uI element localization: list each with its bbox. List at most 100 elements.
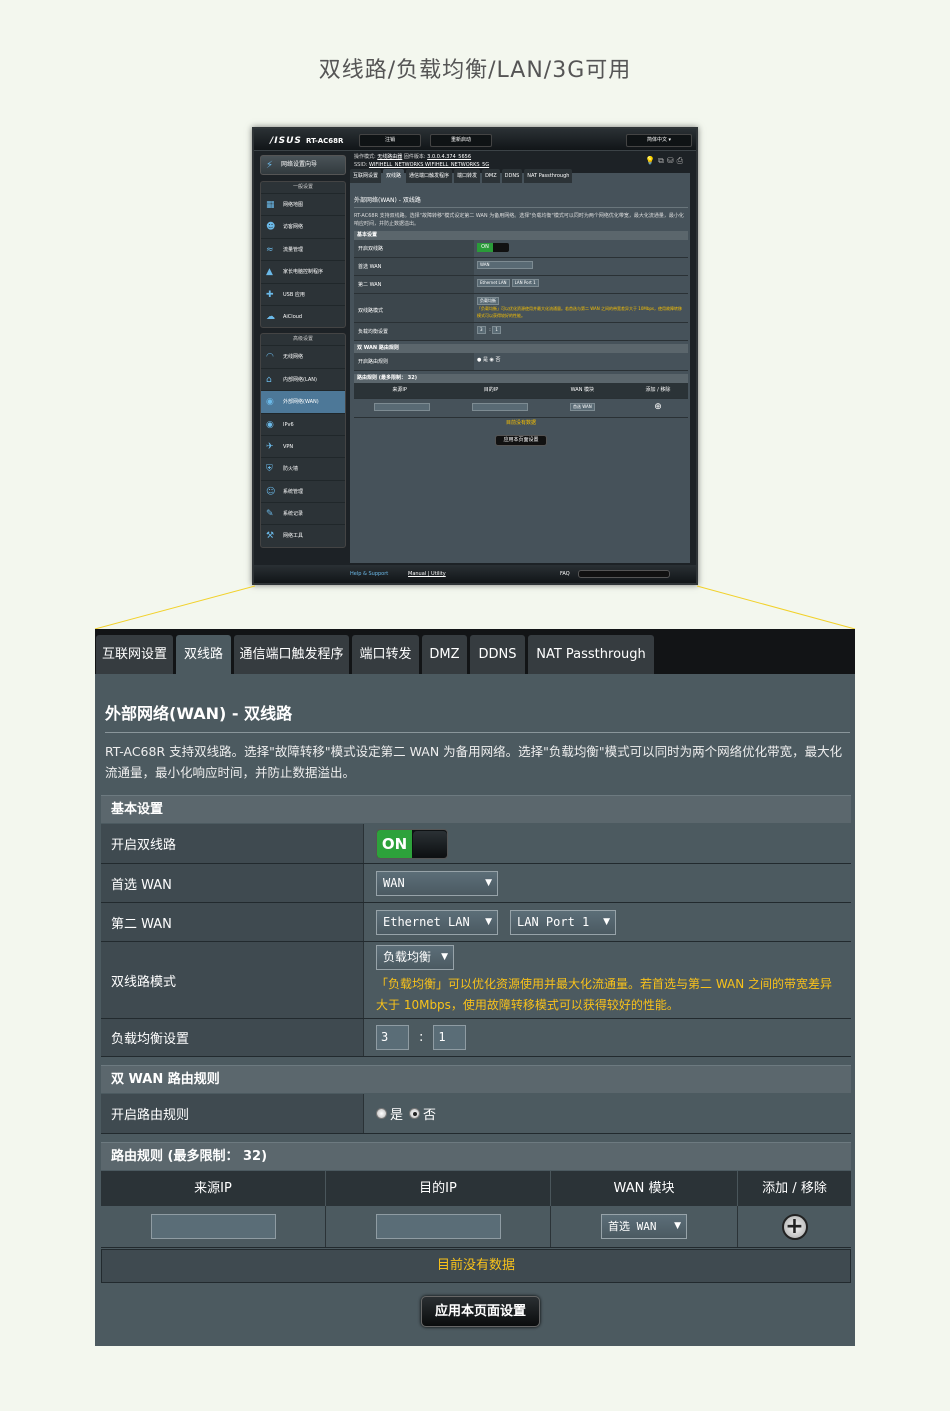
advanced-title: 高级设置: [292, 336, 313, 343]
status-info: 操作模式: 无线路由器 固件版本: 3.0.0.4.374_5656 SSID:…: [354, 154, 490, 168]
logout-button[interactable]: 注销: [359, 134, 421, 147]
globe-icon: ◉: [266, 419, 274, 430]
secondary-wan-label: 第二 WAN: [101, 903, 364, 941]
menu-wireless[interactable]: ◠ 无线网络: [261, 345, 345, 367]
bulb-icon: 💡: [645, 156, 659, 165]
routing-no-radio[interactable]: 否: [409, 1104, 436, 1123]
ssid-link[interactable]: WIFIHELL_NETWORKS WIFIHELL_NETWORKS_5G: [369, 162, 489, 168]
menu-vpn[interactable]: ✈ VPN: [261, 434, 345, 457]
language-select[interactable]: 简体中文 ▾: [626, 134, 692, 147]
thumb-input[interactable]: 3: [477, 326, 486, 334]
menu-usb[interactable]: ✚ USB 应用: [261, 282, 345, 305]
add-rule-icon[interactable]: +: [781, 1213, 808, 1240]
lan-port-select[interactable]: LAN Port 1 ▼: [510, 909, 616, 935]
tab-nat-passthrough[interactable]: NAT Passthrough: [528, 635, 654, 674]
thumb-desc: RT-AC68R 支持双线路。选择"故障转移"模式设定第二 WAN 为备用网络。…: [354, 213, 684, 227]
secondary-wan-select[interactable]: Ethernet LAN ▼: [376, 909, 498, 935]
thumb-add-icon[interactable]: ⊕: [628, 399, 688, 417]
menu-wan[interactable]: ◉ 外部网络(WAN): [261, 390, 345, 413]
thumb-select[interactable]: 负载均衡: [477, 297, 499, 305]
thumb-sidebar: ⚡ 网络设置向导 一般设置 ▦ 网络地图 ☻ 访客网络 ≈ 流量管理 ▲ 家长电脑控制程序…: [260, 155, 346, 553]
section-heading: 外部网络(WAN) - 双线路: [105, 704, 293, 723]
thumb-tab[interactable]: DDNS: [501, 169, 523, 183]
thumb-top-bar: /ISUS RT-AC68R 注销 重新启动 简体中文 ▾: [254, 129, 696, 151]
routing-yes-radio[interactable]: 是: [376, 1104, 403, 1123]
enable-routing-label: 开启路由规则: [101, 1094, 364, 1133]
thumb-input[interactable]: 1: [492, 326, 501, 334]
thumb-apply-button[interactable]: 应用本页面设置: [495, 435, 547, 446]
primary-wan-label: 首选 WAN: [101, 864, 364, 902]
menu-network-map[interactable]: ▦ 网络地图: [261, 193, 345, 215]
firmware-link[interactable]: 3.0.0.4.374_5656: [427, 154, 471, 160]
cloud-icon: ☁: [266, 311, 275, 322]
puzzle-icon: ✚: [266, 289, 274, 300]
thumb-label: 第二 WAN: [354, 276, 474, 293]
vpn-icon: ✈: [266, 441, 274, 452]
dual-wan-mode-select[interactable]: 负载均衡 ▼: [376, 944, 454, 970]
menu-tools[interactable]: ⚒ 网络工具: [261, 524, 345, 546]
mode-link[interactable]: 无线路由器: [377, 154, 402, 160]
thumb-select[interactable]: WAN: [477, 261, 533, 269]
reboot-button[interactable]: 重新启动: [430, 134, 492, 147]
load-balance-secondary-input[interactable]: 1: [433, 1025, 467, 1050]
thumb-tab[interactable]: 双线路: [383, 169, 405, 183]
menu-aicloud[interactable]: ☁ AiCloud: [261, 304, 345, 327]
log-icon: ✎: [266, 509, 274, 520]
thumb-select[interactable]: 首选 WAN: [570, 403, 595, 411]
thumb-tab[interactable]: NAT Passthrough: [524, 169, 573, 183]
menu-lan[interactable]: ⌂ 内部网络(LAN): [261, 367, 345, 390]
menu-guest-network[interactable]: ☻ 访客网络: [261, 215, 345, 237]
load-balance-primary-input[interactable]: 3: [376, 1025, 409, 1050]
thumb-select[interactable]: Ethernet LAN: [477, 279, 510, 287]
thumb-tab[interactable]: 通信端口触发程序: [406, 169, 453, 183]
chevron-down-icon: ▼: [441, 951, 448, 962]
tab-ddns[interactable]: DDNS: [470, 635, 525, 674]
rules-list-header: 路由规则 (最多限制： 32): [101, 1142, 851, 1170]
printer-icon: ⎙: [676, 156, 686, 165]
tab-port-forward[interactable]: 端口转发: [352, 635, 419, 674]
ratio-separator: :: [419, 1030, 424, 1045]
menu-parental[interactable]: ▲ 家长电脑控制程序: [261, 260, 345, 282]
quick-setup-button[interactable]: ⚡ 网络设置向导: [260, 155, 346, 175]
col-wan-unit: WAN 模块: [551, 1171, 738, 1206]
chevron-down-icon: ▼: [485, 916, 492, 927]
thumb-tab[interactable]: 互联网设置: [350, 169, 382, 183]
menu-ipv6[interactable]: ◉ IPv6: [261, 412, 345, 435]
help-link[interactable]: Help & Support: [350, 565, 388, 583]
apply-button[interactable]: 应用本页面设置: [421, 1296, 540, 1327]
source-ip-input[interactable]: [150, 1214, 276, 1239]
menu-traffic[interactable]: ≈ 流量管理: [261, 237, 345, 260]
thumb-tab[interactable]: DMZ: [482, 169, 500, 183]
thumb-input[interactable]: [374, 403, 430, 411]
thumb-basic-title: 基本设置: [354, 231, 688, 240]
thumb-tab[interactable]: 端口转发: [454, 169, 481, 183]
tab-port-trigger[interactable]: 通信端口触发程序: [234, 635, 349, 674]
page-title: 双线路/负载均衡/LAN/3G可用: [318, 58, 632, 83]
thumb-routing-title: 双 WAN 路由规则: [354, 344, 688, 353]
dual-wan-mode-label: 双线路模式: [101, 942, 364, 1018]
general-menu: 一般设置 ▦ 网络地图 ☻ 访客网络 ≈ 流量管理 ▲ 家长电脑控制程序 ✚ USB 应用…: [260, 181, 346, 329]
thumb-select[interactable]: LAN Port 1: [511, 279, 539, 287]
menu-firewall[interactable]: ⛨ 防火墙: [261, 457, 345, 479]
rules-table-header: 来源IP 目的IP WAN 模块 添加 / 移除: [101, 1171, 851, 1206]
primary-wan-select[interactable]: WAN ▼: [376, 870, 498, 896]
tab-dual-wan[interactable]: 双线路: [176, 635, 231, 674]
dual-wan-toggle[interactable]: ON: [376, 828, 448, 859]
menu-admin[interactable]: ☺ 系统管理: [261, 479, 345, 502]
map-icon: ▦: [266, 200, 275, 210]
chevron-down-icon: ▼: [674, 1221, 681, 1231]
thumb-label: 首选 WAN: [354, 258, 474, 275]
manual-link[interactable]: Manual | Utility: [408, 565, 446, 583]
menu-syslog[interactable]: ✎ 系统记录: [261, 502, 345, 524]
thumb-input[interactable]: [472, 403, 528, 411]
faq-search-input[interactable]: [578, 570, 670, 578]
tab-internet[interactable]: 互联网设置: [96, 635, 173, 674]
rule-wan-select[interactable]: 首选 WAN ▼: [601, 1214, 687, 1239]
home-icon: ⌂: [266, 374, 272, 385]
dest-ip-input[interactable]: [375, 1214, 501, 1239]
callout-line-left: [94, 585, 256, 630]
thumb-toggle[interactable]: ON: [477, 243, 509, 252]
tab-dmz[interactable]: DMZ: [422, 635, 467, 674]
thumb-empty: 目前没有数据: [505, 420, 536, 426]
thumb-content: 外部网络(WAN) - 双线路 RT-AC68R 支持双线路。选择"故障转移"模…: [354, 195, 688, 446]
